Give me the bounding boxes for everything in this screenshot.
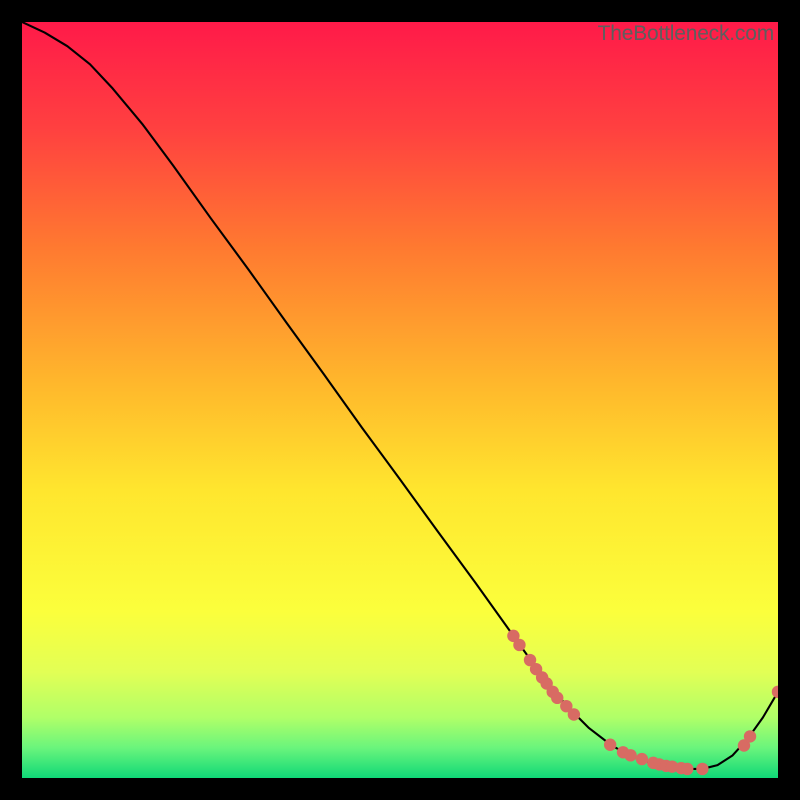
data-point bbox=[636, 753, 648, 765]
data-point bbox=[568, 708, 580, 720]
gradient-background bbox=[22, 22, 778, 778]
data-point bbox=[696, 763, 708, 775]
chart-frame: TheBottleneck.com bbox=[22, 22, 778, 778]
data-point bbox=[513, 639, 525, 651]
chart-svg bbox=[22, 22, 778, 778]
data-point bbox=[624, 749, 636, 761]
data-point bbox=[744, 730, 756, 742]
data-point bbox=[604, 739, 616, 751]
data-point bbox=[681, 763, 693, 775]
watermark-text: TheBottleneck.com bbox=[598, 22, 774, 46]
